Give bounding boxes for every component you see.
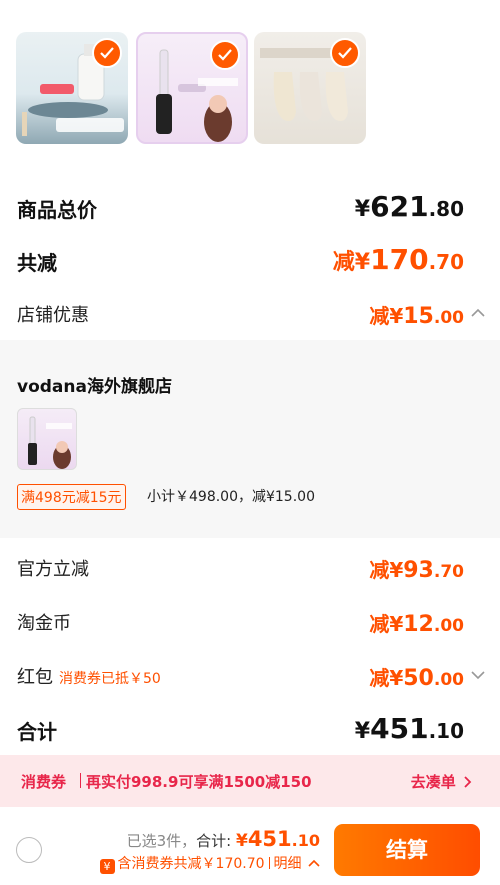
store-product-thumb[interactable] xyxy=(17,408,77,470)
selected-summary: 已选3件，合计: ¥451.10 xyxy=(126,827,320,851)
coupon-banner-label: 消费券 xyxy=(21,773,67,791)
total-reduce-price: 减¥170.70 xyxy=(332,243,464,276)
select-all-radio[interactable] xyxy=(16,837,42,863)
detail-link[interactable]: 明细 xyxy=(274,856,302,872)
promo-subtotal-text: 小计￥498.00，减¥15.00 xyxy=(147,489,315,505)
grand-total-price: ¥451.10 xyxy=(354,712,464,745)
coins-discount-price: 减¥12.00 xyxy=(369,612,464,637)
detail-divider xyxy=(268,857,270,869)
official-discount-label: 官方立减 xyxy=(17,559,89,580)
store-discount-label: 店铺优惠 xyxy=(17,305,89,326)
checkout-button[interactable]: 结算 xyxy=(334,824,480,876)
coupon-banner-text: 再实付998.9可享满1500减150 xyxy=(86,773,312,791)
store-discount-price: 减¥15.00 xyxy=(369,304,464,329)
coupon-used-hint: 消费券已抵￥50 xyxy=(59,671,161,687)
store-detail-panel: vodana海外旗舰店 满498元减15元 小计￥498.00，减¥15.00 xyxy=(0,340,500,538)
total-reduce-label: 共减 xyxy=(17,251,57,275)
banner-divider xyxy=(80,773,81,788)
coins-discount-label: 淘金币 xyxy=(17,613,71,634)
red-packet-label-group: 红包 消费券已抵￥50 xyxy=(17,663,161,689)
product-thumbnails xyxy=(0,0,500,170)
coins-discount-row: 淘金币 减¥12.00 xyxy=(0,606,500,638)
coupon-banner: 消费券 再实付998.9可享满1500减150 去凑单 xyxy=(0,755,500,807)
checked-icon[interactable] xyxy=(92,38,122,68)
red-packet-label: 红包 xyxy=(17,667,53,688)
chevron-up-icon[interactable] xyxy=(470,308,486,318)
coupon-coin-icon: ¥ xyxy=(99,859,115,874)
grand-total-row: 合计 ¥451.10 xyxy=(0,712,500,748)
store-name[interactable]: vodana海外旗舰店 xyxy=(17,372,172,397)
bottom-total-price: ¥451.10 xyxy=(235,827,320,851)
store-discount-row[interactable]: 店铺优惠 减¥15.00 xyxy=(0,298,500,330)
curling-iron-image xyxy=(28,416,72,469)
chevron-down-icon[interactable] xyxy=(470,670,486,680)
product-thumb-skincare[interactable] xyxy=(16,32,128,144)
promo-tag: 满498元减15元 xyxy=(17,484,126,510)
product-thumb-curling-iron[interactable] xyxy=(136,32,248,144)
product-thumb-socks[interactable] xyxy=(254,32,366,144)
total-reduce-row: 共减 减¥170.70 xyxy=(0,243,500,279)
go-add-items-link[interactable]: 去凑单 xyxy=(411,771,472,792)
goods-total-price: ¥621.80 xyxy=(354,190,464,223)
goods-total-row: 商品总价 ¥621.80 xyxy=(0,190,500,226)
checked-icon[interactable] xyxy=(330,38,360,68)
red-packet-row[interactable]: 红包 消费券已抵￥50 减¥50.00 xyxy=(0,660,500,692)
official-discount-price: 减¥93.70 xyxy=(369,558,464,583)
chevron-up-icon xyxy=(308,859,320,867)
official-discount-row: 官方立减 减¥93.70 xyxy=(0,552,500,584)
chevron-right-icon xyxy=(464,776,472,788)
checked-icon[interactable] xyxy=(210,40,240,70)
checkout-bar: 已选3件，合计: ¥451.10 ¥ 含消费券共减￥170.70 明细 结算 xyxy=(0,807,500,885)
grand-total-label: 合计 xyxy=(17,720,57,744)
goods-total-label: 商品总价 xyxy=(17,198,97,222)
red-packet-price: 减¥50.00 xyxy=(369,666,464,691)
discount-detail-line[interactable]: ¥ 含消费券共减￥170.70 明细 xyxy=(99,853,320,874)
